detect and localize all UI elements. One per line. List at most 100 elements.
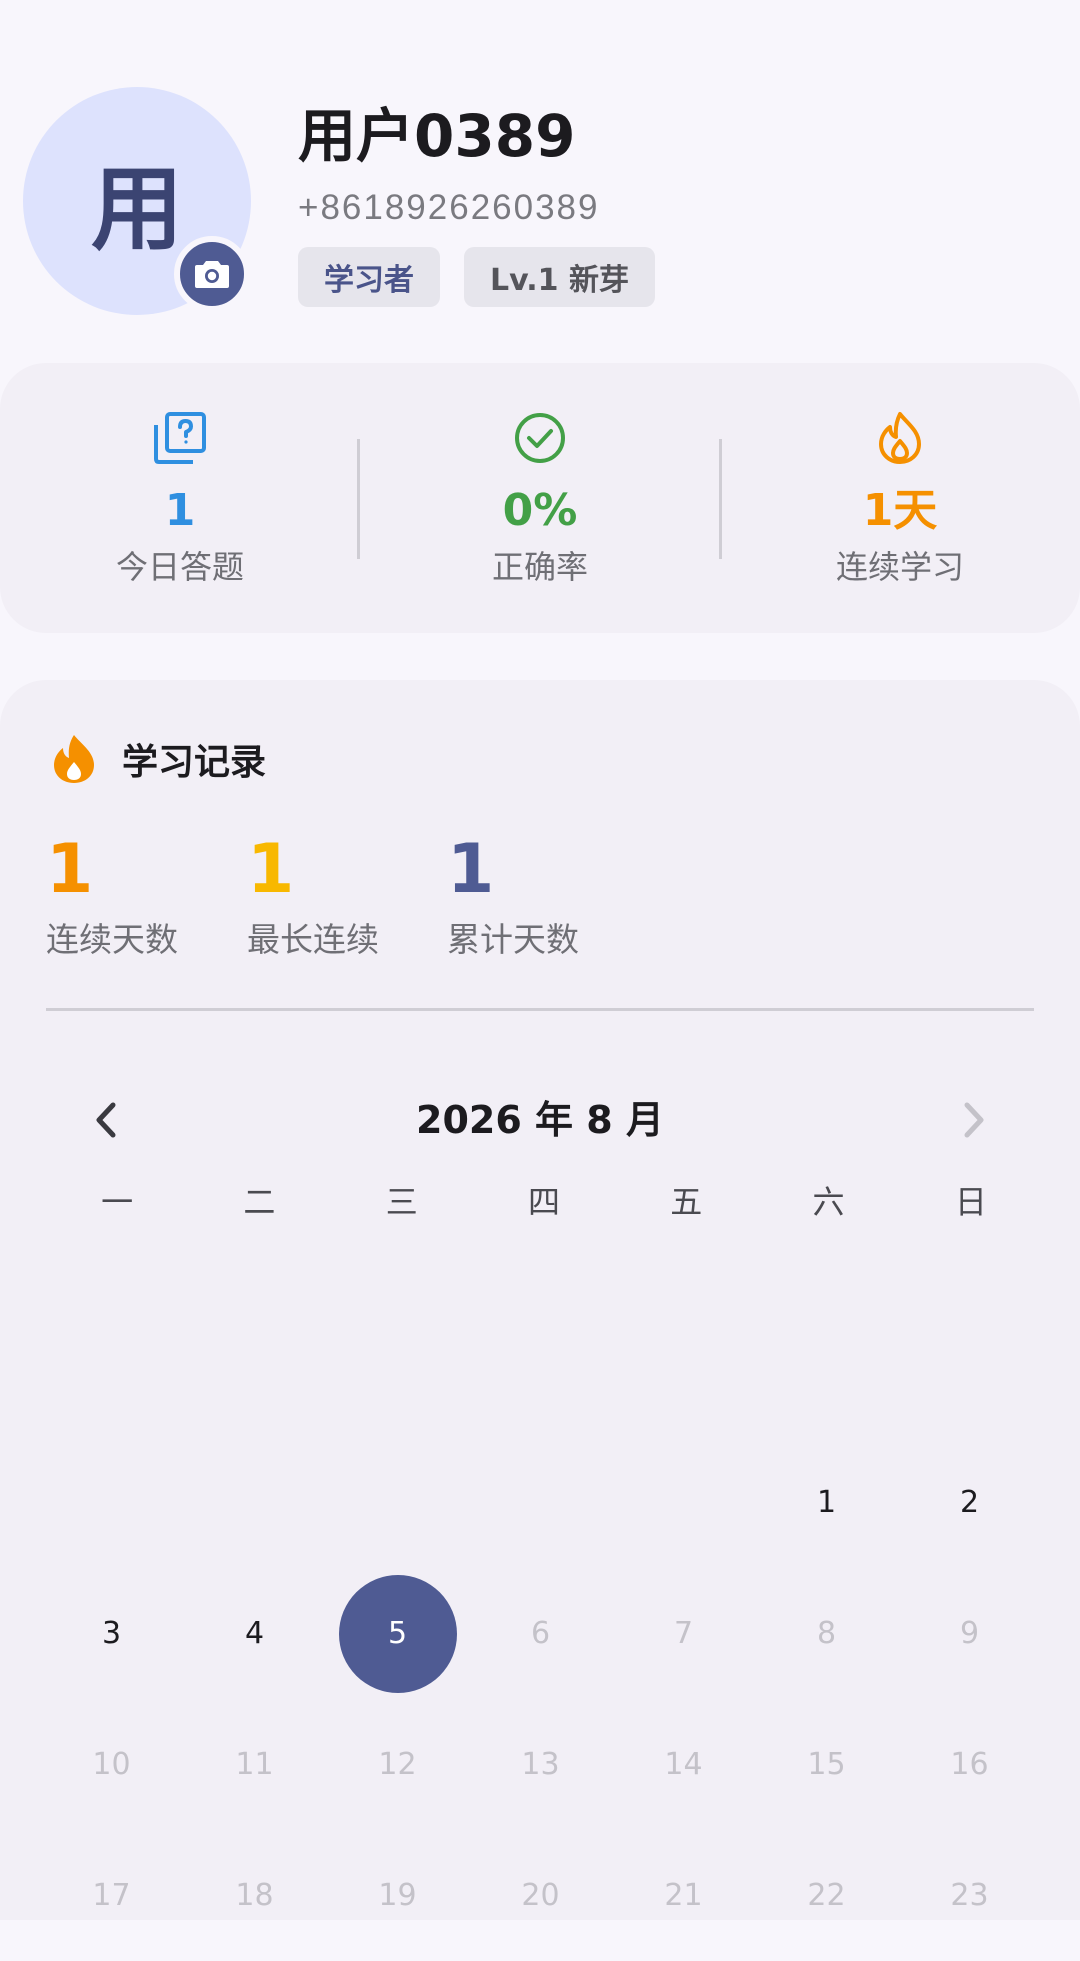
- weekday-label: 四: [527, 1183, 560, 1221]
- stat-label: 连续学习: [835, 548, 964, 586]
- calendar-day[interactable]: 13: [469, 1699, 612, 1830]
- change-avatar-button[interactable]: [174, 236, 250, 312]
- user-phone: +8618926260389: [298, 188, 600, 227]
- calendar-day-today[interactable]: 5: [326, 1568, 469, 1699]
- flame-icon: [872, 410, 928, 466]
- calendar-day-number: 9: [959, 1616, 980, 1651]
- calendar-day-number: 22: [807, 1878, 846, 1913]
- streak-value: 1: [447, 830, 495, 909]
- calendar-blank-cell: [612, 1437, 755, 1568]
- calendar-day[interactable]: 1: [755, 1437, 898, 1568]
- calendar-day-number: 23: [950, 1878, 989, 1913]
- streak-longest: 1 最长连续: [247, 830, 379, 962]
- calendar-blank-cell: [40, 1437, 183, 1568]
- calendar-day[interactable]: 7: [612, 1568, 755, 1699]
- calendar-day[interactable]: 6: [469, 1568, 612, 1699]
- calendar-day-number: 5: [338, 1574, 457, 1693]
- camera-icon: [195, 261, 229, 288]
- calendar-day[interactable]: 17: [40, 1830, 183, 1961]
- calendar-day[interactable]: 21: [612, 1830, 755, 1961]
- weekday-label: 日: [954, 1183, 987, 1221]
- streak-current: 1 连续天数: [46, 830, 178, 962]
- calendar-day[interactable]: 19: [326, 1830, 469, 1961]
- streak-label: 连续天数: [46, 920, 178, 959]
- weekday-label: 三: [385, 1183, 418, 1221]
- study-record-card: 学习记录 1 连续天数 1 最长连续 1 累计天数 2026 年 8 月 一 二…: [0, 680, 1080, 1920]
- stats-card: 1 今日答题 0% 正确率 1天 连续学习: [0, 363, 1080, 633]
- weekday-label: 六: [812, 1183, 845, 1221]
- calendar-day-number: 6: [530, 1616, 551, 1651]
- calendar-day[interactable]: 8: [755, 1568, 898, 1699]
- calendar-day-number: 20: [521, 1878, 560, 1913]
- calendar-day-number: 10: [92, 1747, 131, 1782]
- divider: [46, 1008, 1034, 1011]
- calendar-day-number: 14: [664, 1747, 703, 1782]
- calendar-day[interactable]: 15: [755, 1699, 898, 1830]
- calendar-day-number: 19: [378, 1878, 417, 1913]
- calendar-blank-cell: [183, 1437, 326, 1568]
- stat-streak: 1天 连续学习: [720, 363, 1080, 633]
- calendar-day[interactable]: 2: [898, 1437, 1041, 1568]
- calendar-day[interactable]: 22: [755, 1830, 898, 1961]
- calendar-blank-cell: [469, 1437, 612, 1568]
- calendar-day[interactable]: 12: [326, 1699, 469, 1830]
- stat-accuracy: 0% 正确率: [360, 363, 720, 633]
- level-badge: Lv.1 新芽: [464, 247, 655, 307]
- calendar-day[interactable]: 4: [183, 1568, 326, 1699]
- badge-row: 学习者 Lv.1 新芽: [298, 247, 655, 307]
- stat-label: 今日答题: [115, 548, 244, 586]
- stat-value: 0%: [502, 485, 578, 536]
- calendar-day-number: 17: [92, 1878, 131, 1913]
- stat-value: 1天: [862, 485, 938, 536]
- next-month-button[interactable]: [944, 1090, 1004, 1150]
- calendar-day-number: 1: [816, 1485, 837, 1520]
- calendar-day-number: 16: [950, 1747, 989, 1782]
- stat-value: 1: [164, 485, 196, 536]
- weekday-header: 一 二 三 四 五 六 日: [46, 1180, 1042, 1224]
- flame-icon: [54, 735, 94, 783]
- weekday-label: 五: [670, 1183, 703, 1221]
- calendar-day-number: 18: [235, 1878, 274, 1913]
- profile-header: 用 用户0389 +8618926260389 学习者 Lv.1 新芽: [0, 0, 1080, 350]
- streak-label: 累计天数: [447, 920, 579, 959]
- avatar-initial: 用: [90, 155, 183, 263]
- calendar-day-number: 4: [244, 1616, 265, 1651]
- calendar-day-number: 2: [959, 1485, 980, 1520]
- stat-today-answers: 1 今日答题: [0, 363, 360, 633]
- calendar-day[interactable]: 20: [469, 1830, 612, 1961]
- calendar-day[interactable]: 14: [612, 1699, 755, 1830]
- calendar-day[interactable]: 9: [898, 1568, 1041, 1699]
- role-badge: 学习者: [298, 247, 440, 307]
- calendar-day-number: 12: [378, 1747, 417, 1782]
- calendar-day[interactable]: 18: [183, 1830, 326, 1961]
- calendar-day[interactable]: 23: [898, 1830, 1041, 1961]
- weekday-label: 二: [243, 1183, 276, 1221]
- record-header: 学习记录: [50, 733, 266, 785]
- user-name: 用户0389: [298, 102, 576, 170]
- calendar-nav: 2026 年 8 月: [0, 1080, 1080, 1160]
- chevron-right-icon: [964, 1102, 984, 1138]
- calendar-day-number: 3: [101, 1616, 122, 1651]
- calendar-day-number: 15: [807, 1747, 846, 1782]
- streak-value: 1: [46, 830, 94, 909]
- calendar-day-number: 21: [664, 1878, 703, 1913]
- calendar-month-title: 2026 年 8 月: [416, 1098, 664, 1142]
- calendar-day-number: 13: [521, 1747, 560, 1782]
- calendar-day[interactable]: 16: [898, 1699, 1041, 1830]
- calendar-day-number: 7: [673, 1616, 694, 1651]
- streak-label: 最长连续: [247, 920, 379, 959]
- question-book-icon: [152, 410, 208, 466]
- calendar-grid: 1 2 3 4 5 6 7 8 9 10 11 12 13 14 15 16 17 18 19 20 21 22 23: [40, 1437, 1040, 1961]
- check-circle-icon: [512, 410, 568, 466]
- calendar-day[interactable]: 11: [183, 1699, 326, 1830]
- stat-label: 正确率: [491, 548, 588, 586]
- calendar-blank-cell: [326, 1437, 469, 1568]
- weekday-label: 一: [101, 1183, 134, 1221]
- calendar-day[interactable]: 10: [40, 1699, 183, 1830]
- streak-total: 1 累计天数: [447, 830, 579, 962]
- streak-value: 1: [247, 830, 295, 909]
- calendar-day[interactable]: 3: [40, 1568, 183, 1699]
- record-title: 学习记录: [122, 742, 267, 783]
- calendar-day-number: 8: [816, 1616, 837, 1651]
- calendar-day-number: 11: [235, 1747, 274, 1782]
